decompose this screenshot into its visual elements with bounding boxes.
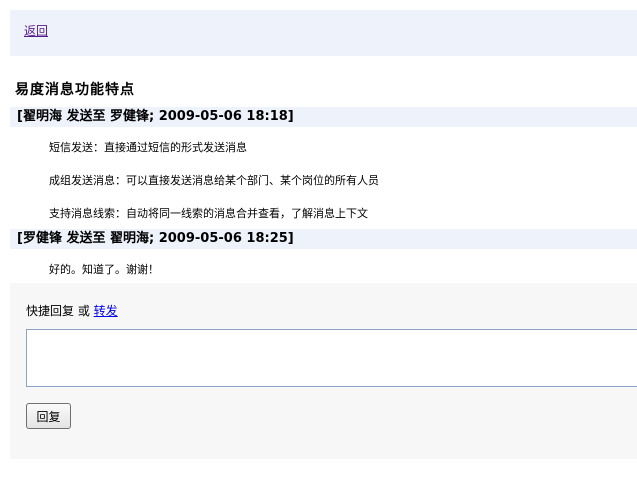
quick-reply-label: 快捷回复 或 转发 bbox=[26, 302, 118, 319]
message-header: [罗健锋 发送至 翟明海; 2009-05-06 18:25] bbox=[10, 229, 637, 249]
message-line: 好的。知道了。谢谢！ bbox=[49, 263, 159, 276]
top-nav-bar: 返回 bbox=[10, 10, 637, 56]
back-link[interactable]: 返回 bbox=[24, 22, 48, 39]
message-header: [翟明海 发送至 罗健锋; 2009-05-06 18:18] bbox=[10, 107, 637, 127]
message-line: 成组发送消息：可以直接发送消息给某个部门、某个岗位的所有人员 bbox=[49, 174, 379, 187]
page-title: 易度消息功能特点 bbox=[15, 82, 135, 98]
reply-button[interactable]: 回复 bbox=[26, 403, 71, 429]
message-line: 短信发送：直接通过短信的形式发送消息 bbox=[49, 141, 247, 154]
reply-textarea[interactable] bbox=[26, 329, 637, 387]
quick-reply-panel: 快捷回复 或 转发 回复 bbox=[10, 283, 637, 459]
quick-reply-prefix: 快捷回复 或 bbox=[26, 304, 94, 318]
message-line: 支持消息线索：自动将同一线索的消息合并查看，了解消息上下文 bbox=[49, 207, 368, 220]
forward-link[interactable]: 转发 bbox=[94, 304, 118, 318]
